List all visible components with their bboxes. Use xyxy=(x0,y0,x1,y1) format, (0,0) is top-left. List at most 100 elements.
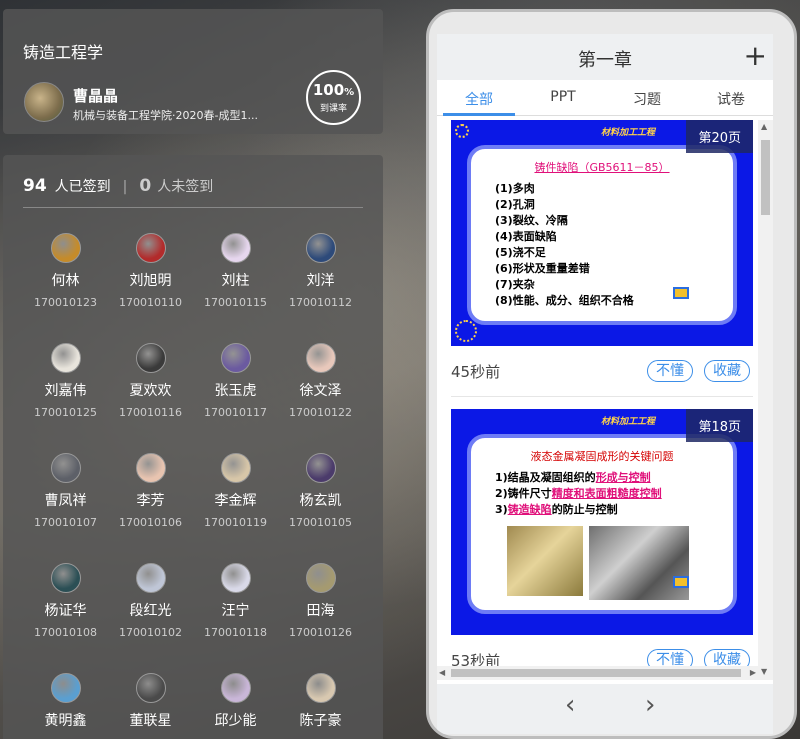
plus-icon[interactable]: + xyxy=(744,42,767,70)
chapter-title: 第一章 xyxy=(578,50,632,71)
student-item[interactable]: 黄明鑫 xyxy=(23,673,108,739)
student-item[interactable]: 田海 170010126 xyxy=(278,563,363,646)
slide-image[interactable]: 材料加工工程 铸件缺陷（GB5611－85） (1)多肉 (2)孔洞 (3)裂纹… xyxy=(451,120,753,346)
favorite-button[interactable]: 收藏 xyxy=(704,360,750,382)
slide-list: (1)多肉 (2)孔洞 (3)裂纹、冷隔 (4)表面缺陷 (5)浇不足 (6)形… xyxy=(495,181,733,309)
slide-board: 液态金属凝固成形的关键问题 1)结晶及凝固组织的形成与控制 2)铸件尺寸精度和表… xyxy=(467,434,737,614)
student-id: 170010126 xyxy=(289,626,352,639)
slide-list-item: (3)裂纹、冷隔 xyxy=(495,214,568,227)
slide-photos xyxy=(507,526,733,600)
student-name: 黄明鑫 xyxy=(44,713,87,729)
student-item[interactable]: 段红光 170010102 xyxy=(108,563,193,646)
student-item[interactable]: 陈子豪 xyxy=(278,673,363,739)
slide-feed[interactable]: 材料加工工程 铸件缺陷（GB5611－85） (1)多肉 (2)孔洞 (3)裂纹… xyxy=(437,120,773,680)
student-item[interactable]: 张玉虎 170010117 xyxy=(193,343,278,426)
student-name: 何林 xyxy=(51,273,80,289)
student-id: 170010115 xyxy=(204,296,267,309)
student-name: 李芳 xyxy=(136,493,165,509)
student-avatar xyxy=(305,563,336,593)
student-name: 徐文泽 xyxy=(299,383,342,399)
student-item[interactable]: 杨玄凯 170010105 xyxy=(278,453,363,536)
chevron-left-icon[interactable]: ‹ xyxy=(565,692,575,718)
student-id: 170010108 xyxy=(34,626,97,639)
student-id: 170010125 xyxy=(34,406,97,419)
student-avatar xyxy=(135,453,166,483)
student-name: 段红光 xyxy=(129,603,172,619)
student-avatar xyxy=(135,563,166,593)
student-avatar xyxy=(220,673,251,703)
student-name: 杨证华 xyxy=(44,603,87,619)
phone-frame: 第一章 + 全部 PPT 习题 试卷 材料加工工程 铸件缺陷（GB5611－85… xyxy=(426,9,797,739)
tab-exams[interactable]: 试卷 xyxy=(689,80,773,115)
unsigned-label: 人未签到 xyxy=(157,179,214,195)
student-item[interactable]: 曹凤祥 170010107 xyxy=(23,453,108,536)
scrollbar-thumb[interactable] xyxy=(761,140,770,215)
vertical-scrollbar[interactable]: ▲ ▼ xyxy=(758,120,773,680)
slide-divider xyxy=(451,396,753,397)
slide-image[interactable]: 材料加工工程 液态金属凝固成形的关键问题 1)结晶及凝固组织的形成与控制 2)铸… xyxy=(451,409,753,635)
student-id: 170010116 xyxy=(119,406,182,419)
teacher-avatar xyxy=(24,82,64,122)
student-avatar xyxy=(305,343,336,373)
student-id: 170010106 xyxy=(119,516,182,529)
student-id: 170010119 xyxy=(204,516,267,529)
student-avatar xyxy=(305,673,336,703)
student-item[interactable]: 刘旭明 170010110 xyxy=(108,233,193,316)
slide-list-item: (1)多肉 xyxy=(495,182,535,195)
student-avatar xyxy=(220,453,251,483)
student-name: 刘洋 xyxy=(306,273,335,289)
tab-bar: 全部 PPT 习题 试卷 xyxy=(437,80,773,116)
tab-all[interactable]: 全部 xyxy=(437,80,521,116)
slide-list-item: 3)铸造缺陷的防止与控制 xyxy=(495,503,618,516)
student-item[interactable]: 夏欢欢 170010116 xyxy=(108,343,193,426)
student-name: 曹凤祥 xyxy=(44,493,87,509)
slide-list-item: (6)形状及重量差错 xyxy=(495,262,590,275)
chevron-right-icon[interactable]: › xyxy=(645,692,655,718)
scroll-left-icon[interactable]: ◀ xyxy=(439,668,445,677)
phone-footer: ‹ › xyxy=(437,684,773,734)
student-name: 李金辉 xyxy=(214,493,257,509)
summary-divider xyxy=(23,207,363,208)
signed-label: 人已签到 xyxy=(54,179,111,195)
student-avatar xyxy=(220,233,251,263)
slide-list-item: (5)浇不足 xyxy=(495,246,546,259)
casting-photo xyxy=(589,526,689,600)
student-item[interactable]: 汪宁 170010118 xyxy=(193,563,278,646)
student-item[interactable]: 刘柱 170010115 xyxy=(193,233,278,316)
scrollbar-thumb[interactable] xyxy=(451,669,741,677)
student-id: 170010122 xyxy=(289,406,352,419)
student-name: 刘嘉伟 xyxy=(44,383,87,399)
student-item[interactable]: 何林 170010123 xyxy=(23,233,108,316)
student-item[interactable]: 董联星 xyxy=(108,673,193,739)
slide-meta: 45秒前 不懂 收藏 xyxy=(451,346,753,397)
student-name: 杨玄凯 xyxy=(299,493,342,509)
student-id: 170010107 xyxy=(34,516,97,529)
page-badge: 第20页 xyxy=(686,120,753,153)
student-item[interactable]: 李金辉 170010119 xyxy=(193,453,278,536)
student-avatar xyxy=(50,233,81,263)
student-item[interactable]: 徐文泽 170010122 xyxy=(278,343,363,426)
course-card: 铸造工程学 曹晶晶 机械与装备工程学院·2020春-成型1... 100% 到课… xyxy=(3,9,383,134)
student-avatar xyxy=(50,343,81,373)
horizontal-scrollbar[interactable]: ◀ ▶ xyxy=(437,666,758,680)
student-id: 170010102 xyxy=(119,626,182,639)
tab-exercises[interactable]: 习题 xyxy=(605,80,689,115)
slide-heading: 液态金属凝固成形的关键问题 xyxy=(530,450,674,463)
slide-banner: 材料加工工程 xyxy=(601,128,656,138)
student-item[interactable]: 李芳 170010106 xyxy=(108,453,193,536)
scroll-down-icon[interactable]: ▼ xyxy=(761,667,767,676)
tab-ppt[interactable]: PPT xyxy=(521,80,605,115)
student-item[interactable]: 杨证华 170010108 xyxy=(23,563,108,646)
slide-heading: 铸件缺陷（GB5611－85） xyxy=(534,161,670,174)
confused-button[interactable]: 不懂 xyxy=(647,360,693,382)
scroll-up-icon[interactable]: ▲ xyxy=(761,122,767,131)
scroll-right-icon[interactable]: ▶ xyxy=(750,668,756,677)
student-item[interactable]: 刘嘉伟 170010125 xyxy=(23,343,108,426)
student-name: 陈子豪 xyxy=(299,713,342,729)
student-item[interactable]: 邱少能 xyxy=(193,673,278,739)
slide-list: 1)结晶及凝固组织的形成与控制 2)铸件尺寸精度和表面粗糙度控制 3)铸造缺陷的… xyxy=(495,470,733,518)
attendance-rate-badge: 100% 到课率 xyxy=(306,70,361,125)
student-name: 邱少能 xyxy=(214,713,257,729)
student-item[interactable]: 刘洋 170010112 xyxy=(278,233,363,316)
slide-list-item: 1)结晶及凝固组织的形成与控制 xyxy=(495,471,651,484)
